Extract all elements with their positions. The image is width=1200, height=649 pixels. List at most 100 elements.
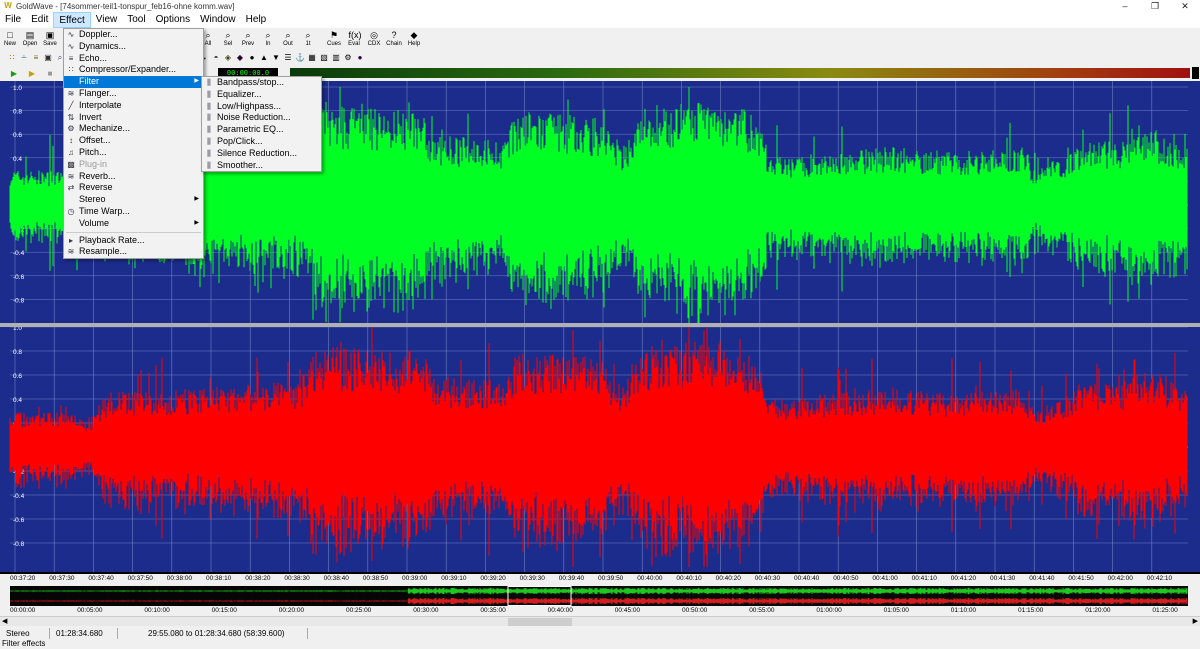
- scroll-right-icon[interactable]: ▶: [1193, 617, 1198, 625]
- status-bar: Stereo 01:28:34.680 29:55.080 to 01:28:3…: [0, 627, 1200, 639]
- timeline-label: 00:38:00: [166, 575, 193, 582]
- filter-menu-item-smoother[interactable]: ⫼ Smoother...: [202, 160, 321, 172]
- effect-toolbar-icon[interactable]: ⚙: [342, 51, 354, 65]
- filter-menu-item-parametric-eq[interactable]: ⫼ Parametric EQ...: [202, 124, 321, 136]
- zoom-all-icon: ⌕: [205, 30, 211, 40]
- timeline-label: 00:37:30: [49, 575, 75, 582]
- filter-menu-item-silence-reduction[interactable]: ⫼ Silence Reduction...: [202, 148, 321, 160]
- channel-divider: [0, 323, 1200, 327]
- effect-menu-item-pitch[interactable]: ♫ Pitch...: [64, 147, 203, 159]
- filter-menu-item-low-highpass[interactable]: ⫼ Low/Highpass...: [202, 101, 321, 113]
- scroll-left-icon[interactable]: ◀: [2, 617, 7, 625]
- effect-toolbar-icon[interactable]: ☰: [282, 51, 294, 65]
- effect-menu-item-reverse[interactable]: ⇄ Reverse: [64, 182, 203, 194]
- effect-toolbar-icon[interactable]: ⚓: [294, 51, 306, 65]
- toolbar-save-button[interactable]: ▣ Save: [40, 28, 60, 50]
- effect-menu-item-interpolate[interactable]: ╱ Interpolate: [64, 100, 203, 112]
- bandpass-icon: ⫼: [207, 78, 211, 87]
- zoom-select-icon: ⌕: [225, 30, 231, 40]
- effect-toolbar-icon[interactable]: ▥: [330, 51, 342, 65]
- effect-menu-item-invert[interactable]: ⇅ Invert: [64, 112, 203, 124]
- play-button[interactable]: ▶: [8, 67, 20, 81]
- interpolate-icon: ╱: [68, 100, 74, 110]
- toolbar-button-label: New: [3, 41, 16, 47]
- toolbar-cdx-button[interactable]: ◎ CDX: [364, 28, 384, 50]
- effect-menu-item-plug-in[interactable]: ▩ Plug-in: [64, 159, 203, 171]
- toolbar-out-button[interactable]: ⌕ Out: [278, 28, 298, 50]
- filter-menu-item-noise-reduction[interactable]: ⫼ Noise Reduction...: [202, 112, 321, 124]
- effect-menu-item-compressor-expander[interactable]: ∷ Compressor/Expander...: [64, 64, 203, 76]
- play-selection-button[interactable]: ▶: [26, 67, 38, 81]
- effect-menu-item-mechanize[interactable]: ⚙ Mechanize...: [64, 123, 203, 135]
- amplitude-label: -0.6: [13, 274, 25, 281]
- toolbar-open-button[interactable]: ▤ Open: [20, 28, 40, 50]
- toolbar-sel-button[interactable]: ⌕ Sel: [218, 28, 238, 50]
- timeline-label: 00:37:50: [127, 575, 153, 582]
- effect-toolbar-icon[interactable]: ▣: [42, 51, 54, 65]
- filter-menu-item-pop-click[interactable]: ⫼ Pop/Click...: [202, 136, 321, 148]
- timeline-label: 00:41:20: [950, 575, 977, 582]
- toolbar-chain-button[interactable]: ? Chain: [384, 28, 404, 50]
- toolbar-in-button[interactable]: ⌕ In: [258, 28, 278, 50]
- menu-item-label: Doppler...: [79, 29, 118, 39]
- meter-menu-button[interactable]: [1192, 67, 1199, 79]
- close-button[interactable]: ✕: [1170, 1, 1200, 12]
- effect-toolbar-icon[interactable]: ▧: [318, 51, 330, 65]
- toolbar-new-button[interactable]: □ New: [0, 28, 20, 50]
- filter-menu-item-bandpass-stop[interactable]: ⫼ Bandpass/stop...: [202, 77, 321, 89]
- effect-menu-item-resample[interactable]: ≋ Resample...: [64, 246, 203, 258]
- horizontal-scrollbar[interactable]: ◀ ▶: [0, 616, 1200, 626]
- effect-menu-item-time-warp[interactable]: ◷ Time Warp...: [64, 206, 203, 218]
- menu-window[interactable]: Window: [195, 12, 241, 28]
- effect-toolbar-icon[interactable]: ◓: [210, 51, 222, 65]
- minimize-button[interactable]: –: [1110, 1, 1140, 11]
- effect-menu-item-doppler[interactable]: ∿ Doppler...: [64, 29, 203, 41]
- effect-menu-item-filter[interactable]: Filter ▶: [64, 76, 203, 88]
- menu-tool[interactable]: Tool: [122, 12, 150, 28]
- effect-menu-item-playback-rate[interactable]: ▸ Playback Rate...: [64, 235, 203, 247]
- effect-menu-item-reverb[interactable]: ≋ Reverb...: [64, 171, 203, 183]
- menu-options[interactable]: Options: [151, 12, 195, 28]
- doppler-icon: ∿: [67, 30, 75, 39]
- effect-toolbar-icon[interactable]: ◆: [234, 51, 246, 65]
- effect-toolbar-icon[interactable]: ∷: [6, 51, 18, 65]
- toolbar-prev-button[interactable]: ⌕ Prev: [238, 28, 258, 50]
- restore-button[interactable]: ❐: [1140, 1, 1170, 12]
- menu-file[interactable]: File: [0, 12, 26, 28]
- effect-menu-item-volume[interactable]: Volume ▶: [64, 218, 203, 230]
- effect-toolbar-icon[interactable]: ▲: [258, 51, 270, 65]
- lowpass-icon: ⫼: [207, 101, 211, 111]
- menu-effect[interactable]: Effect: [53, 12, 91, 28]
- overview-bar[interactable]: [9, 586, 1188, 606]
- effect-toolbar-icon[interactable]: ▦: [306, 51, 318, 65]
- stop-button[interactable]: ■: [44, 67, 56, 81]
- effect-toolbar-icon[interactable]: ◈: [222, 51, 234, 65]
- menu-help[interactable]: Help: [241, 12, 272, 28]
- effect-menu-item-stereo[interactable]: Stereo ▶: [64, 194, 203, 206]
- effect-toolbar-icon[interactable]: ≡: [30, 51, 42, 65]
- status-channels: Stereo: [0, 627, 50, 639]
- effect-toolbar-icon[interactable]: ∸: [18, 51, 30, 65]
- menu-item-label: Echo...: [79, 52, 108, 63]
- toolbar-1t-button[interactable]: ⌕ 1t: [298, 28, 318, 50]
- menu-view[interactable]: View: [91, 12, 123, 28]
- toolbar-cues-button[interactable]: ⚑ Cues: [324, 28, 344, 50]
- effect-menu-item-flanger[interactable]: ≋ Flanger...: [64, 88, 203, 100]
- filter-menu-item-equalizer[interactable]: ⫼ Equalizer...: [202, 89, 321, 101]
- timeline-label: 00:39:50: [598, 575, 624, 582]
- effect-menu-item-offset[interactable]: ↕ Offset...: [64, 135, 203, 147]
- overview-canvas[interactable]: [9, 586, 1188, 606]
- toolbar-help-button[interactable]: ◆ Help: [404, 28, 424, 50]
- effect-toolbar-icon[interactable]: ●: [354, 51, 366, 65]
- effect-toolbar-icon[interactable]: ▼: [270, 51, 282, 65]
- menu-item-label: Invert: [79, 111, 102, 122]
- effect-toolbar-icon[interactable]: ●: [246, 51, 258, 65]
- scrollbar-thumb[interactable]: [508, 618, 572, 626]
- overview-ruler-label: 01:00:00: [816, 607, 842, 614]
- amplitude-label: 0.6: [13, 132, 22, 139]
- menu-edit[interactable]: Edit: [26, 12, 53, 28]
- effect-menu-item-echo[interactable]: ≡ Echo...: [64, 53, 203, 65]
- overview-ruler-label: 00:50:00: [682, 607, 708, 614]
- toolbar-eval-button[interactable]: f(x) Eval: [344, 28, 364, 50]
- effect-menu-item-dynamics[interactable]: ∿ Dynamics...: [64, 41, 203, 53]
